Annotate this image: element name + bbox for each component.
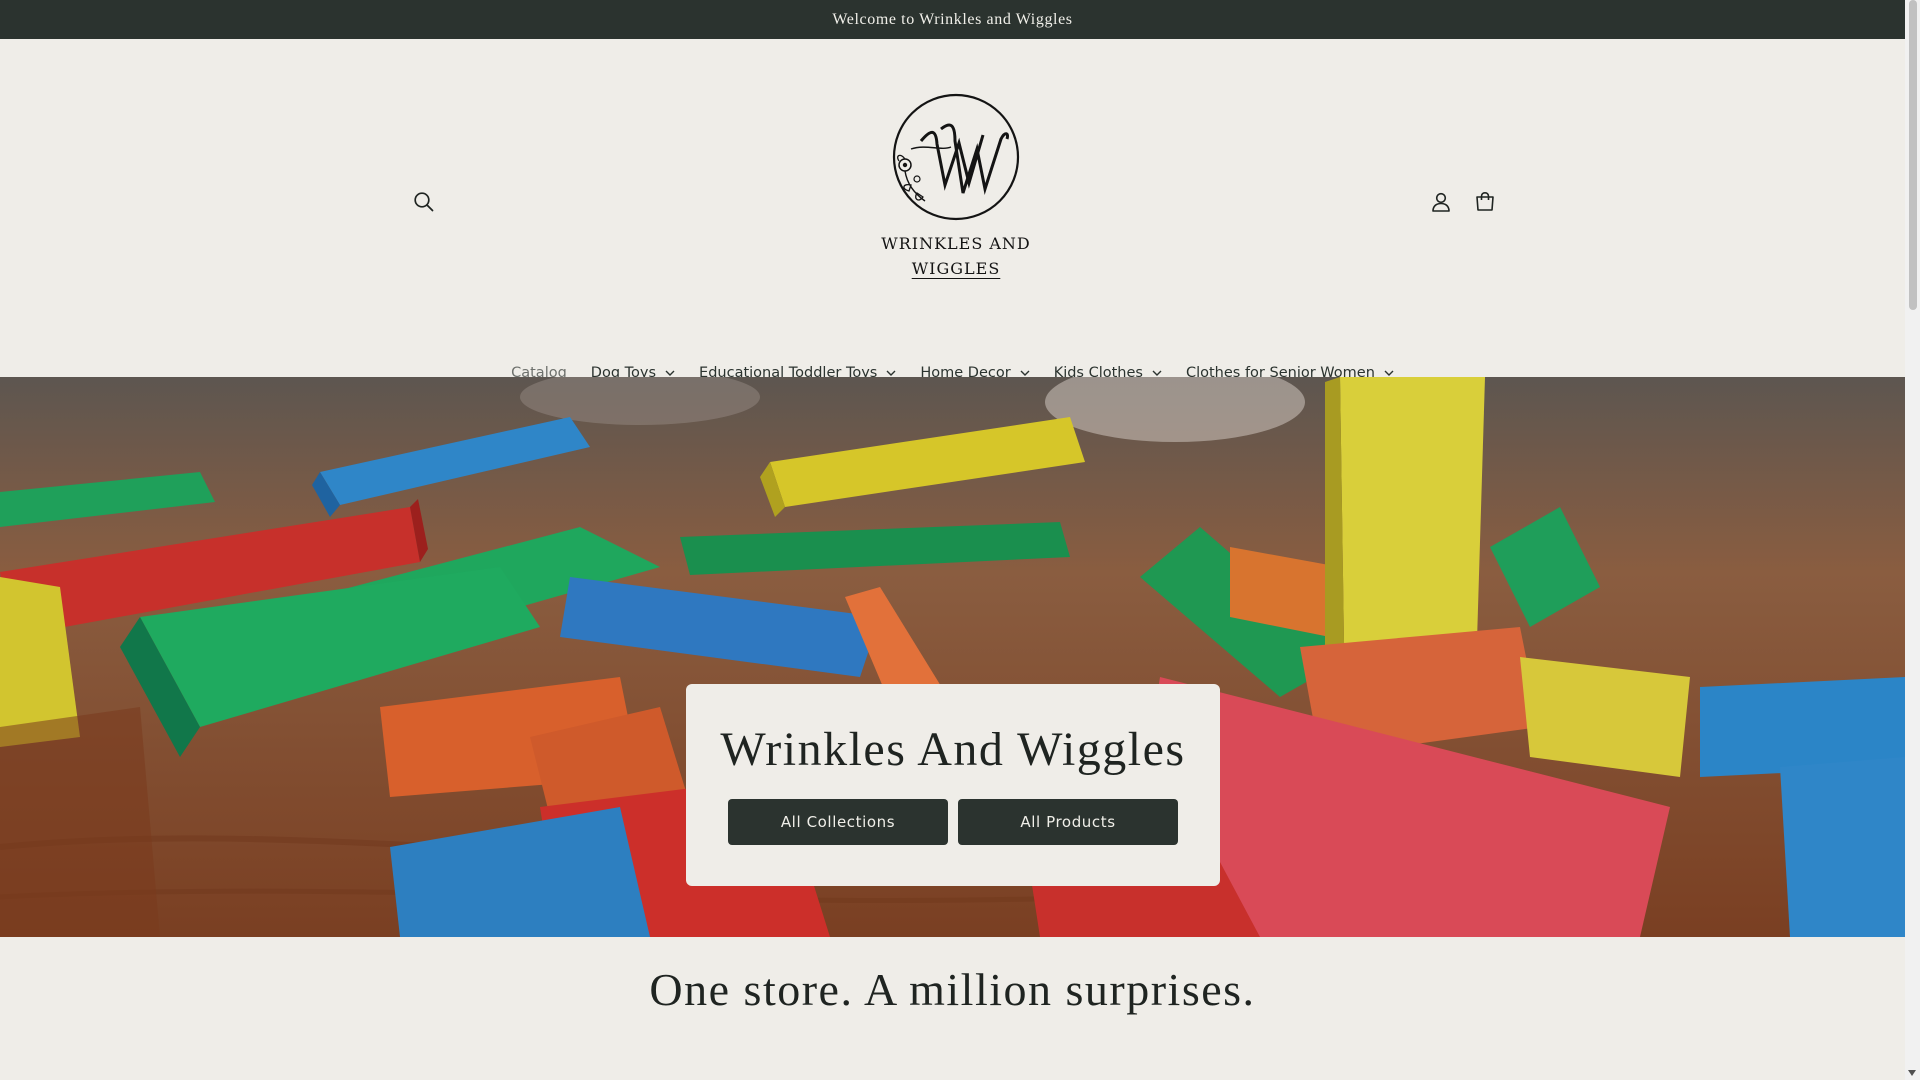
logo-line1: WRINKLES AND	[881, 234, 1031, 253]
logo-wordmark: WRINKLES AND WIGGLES	[842, 231, 1070, 281]
store-logo[interactable]: WRINKLES AND WIGGLES	[842, 69, 1070, 309]
hero-title: Wrinkles And Wiggles	[720, 723, 1186, 776]
site-header: WRINKLES AND WIGGLES Catalog Dog Toys Ed…	[0, 39, 1905, 381]
chevron-down-icon	[1384, 370, 1394, 376]
vertical-scrollbar[interactable]	[1905, 0, 1920, 1080]
chevron-down-icon	[1020, 370, 1030, 376]
cart-button[interactable]	[1465, 182, 1505, 222]
chevron-down-icon	[886, 370, 896, 376]
search-icon	[414, 192, 434, 212]
logo-monogram-emblem	[892, 93, 1020, 221]
scrollbar-thumb[interactable]	[1909, 0, 1917, 310]
hero-buttons: All Collections All Products	[728, 799, 1178, 845]
all-products-button[interactable]: All Products	[958, 799, 1178, 845]
account-button[interactable]	[1421, 182, 1461, 222]
cart-icon	[1476, 191, 1494, 211]
hero-banner: Wrinkles And Wiggles All Collections All…	[0, 377, 1905, 937]
chevron-down-icon	[1152, 370, 1162, 376]
chevron-down-icon	[665, 370, 675, 376]
scroll-down-arrow-icon[interactable]	[1908, 1070, 1916, 1076]
account-icon	[1432, 192, 1450, 212]
page: Welcome to Wrinkles and Wiggles WRINKLES…	[0, 0, 1905, 1080]
all-collections-button[interactable]: All Collections	[728, 799, 948, 845]
announcement-bar: Welcome to Wrinkles and Wiggles	[0, 0, 1905, 39]
tagline-heading: One store. A million surprises.	[649, 964, 1256, 1015]
search-button[interactable]	[404, 182, 444, 222]
hero-card: Wrinkles And Wiggles All Collections All…	[686, 684, 1220, 886]
announcement-text: Welcome to Wrinkles and Wiggles	[832, 10, 1073, 28]
logo-line2: WIGGLES	[911, 259, 1001, 278]
